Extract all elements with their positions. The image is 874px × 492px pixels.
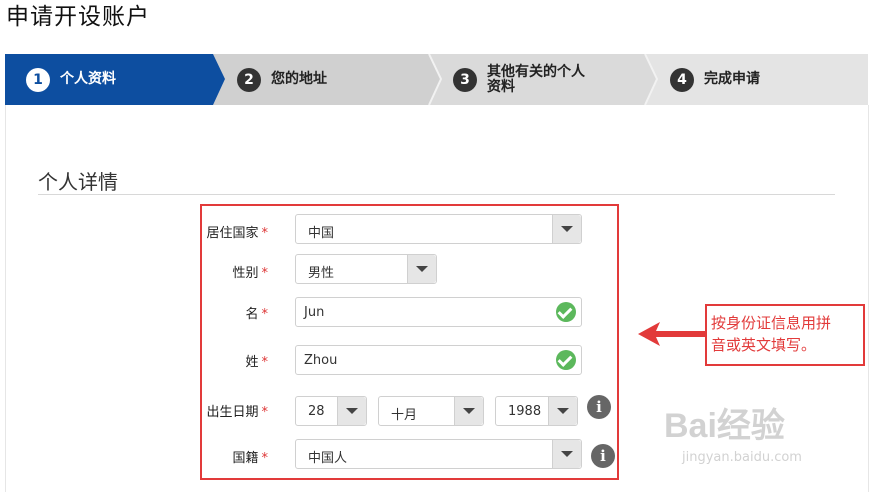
nationality-label-text: 国籍 bbox=[232, 451, 259, 466]
step-number: 4 bbox=[670, 67, 694, 92]
dob-label-text: 出生日期 bbox=[206, 405, 259, 420]
check-circle-icon bbox=[556, 302, 576, 322]
first-name-label: 名 * bbox=[188, 303, 268, 322]
dob-year-value: 1988 bbox=[508, 404, 542, 419]
step-number: 1 bbox=[26, 67, 50, 92]
nationality-label: 国籍 * bbox=[188, 447, 268, 466]
dob-label: 出生日期 * bbox=[188, 401, 268, 420]
step-other-personal-info[interactable]: 3 其他有关的个人 资料 bbox=[453, 54, 585, 105]
step-label-line1: 其他有关的个人 bbox=[487, 63, 585, 80]
nationality-select-value: 中国人 bbox=[308, 451, 348, 466]
gender-select[interactable]: 男性 bbox=[295, 254, 437, 284]
step-number: 2 bbox=[237, 67, 261, 92]
country-select[interactable]: 中国 bbox=[295, 214, 582, 244]
page-title: 申请开设账户 bbox=[6, 4, 150, 30]
step-label: 您的地址 bbox=[271, 71, 327, 87]
step-label: 其他有关的个人 资料 bbox=[487, 63, 585, 95]
step-number: 3 bbox=[453, 67, 477, 92]
required-marker: * bbox=[261, 307, 269, 322]
country-label-text: 居住国家 bbox=[206, 226, 259, 241]
annotation-line-2: 音或英文填写。 bbox=[711, 336, 817, 354]
required-marker: * bbox=[261, 405, 269, 420]
step-personal-details[interactable]: 1 个人资料 bbox=[26, 54, 116, 105]
progress-stepper: 1 个人资料 2 您的地址 3 其他有关的个人 资料 4 完成申请 bbox=[5, 54, 868, 105]
chevron-down-icon[interactable] bbox=[407, 255, 436, 283]
chevron-down-icon[interactable] bbox=[548, 397, 577, 425]
chevron-down-icon[interactable] bbox=[337, 397, 366, 425]
watermark: Bai经验 jingyan.baidu.com bbox=[664, 398, 802, 465]
last-name-label-text: 姓 bbox=[245, 355, 259, 370]
required-marker: * bbox=[261, 266, 269, 281]
first-name-label-text: 名 bbox=[245, 307, 259, 322]
step-address[interactable]: 2 您的地址 bbox=[237, 54, 327, 105]
last-name-value: Zhou bbox=[304, 353, 338, 368]
last-name-input[interactable]: Zhou bbox=[295, 345, 582, 375]
country-label: 居住国家 * bbox=[188, 222, 268, 241]
dob-month-select[interactable]: 十月 bbox=[378, 396, 484, 426]
gender-label: 性别 * bbox=[188, 262, 268, 281]
required-marker: * bbox=[261, 451, 269, 466]
country-select-value: 中国 bbox=[308, 226, 335, 241]
step-label-line2: 资料 bbox=[487, 78, 515, 95]
dob-day-value: 28 bbox=[308, 404, 325, 419]
chevron-down-icon[interactable] bbox=[552, 215, 581, 243]
watermark-logo: Bai经验 bbox=[664, 407, 785, 445]
nationality-select[interactable]: 中国人 bbox=[295, 439, 582, 469]
last-name-label: 姓 * bbox=[188, 351, 268, 370]
section-title: 个人详情 bbox=[38, 170, 118, 194]
annotation-line-1: 按身份证信息用拼 bbox=[711, 314, 832, 332]
check-circle-icon bbox=[556, 350, 576, 370]
chevron-down-icon[interactable] bbox=[552, 440, 581, 468]
gender-label-text: 性别 bbox=[232, 266, 259, 281]
info-icon[interactable]: i bbox=[587, 395, 611, 419]
annotation-arrow-icon bbox=[638, 322, 706, 346]
watermark-url: jingyan.baidu.com bbox=[682, 450, 802, 465]
dob-year-select[interactable]: 1988 bbox=[495, 396, 578, 426]
required-marker: * bbox=[261, 355, 269, 370]
required-marker: * bbox=[261, 226, 269, 241]
step-label: 完成申请 bbox=[704, 71, 760, 87]
section-divider bbox=[38, 194, 835, 195]
dob-month-value: 十月 bbox=[391, 408, 418, 423]
dob-day-select[interactable]: 28 bbox=[295, 396, 367, 426]
info-icon[interactable]: i bbox=[591, 444, 615, 468]
first-name-input[interactable]: Jun bbox=[295, 297, 582, 327]
chevron-down-icon[interactable] bbox=[454, 397, 483, 425]
annotation-callout: 按身份证信息用拼 音或英文填写。 bbox=[705, 304, 865, 366]
step-complete-application[interactable]: 4 完成申请 bbox=[670, 54, 760, 105]
first-name-value: Jun bbox=[304, 305, 325, 320]
gender-select-value: 男性 bbox=[308, 266, 335, 281]
step-label: 个人资料 bbox=[60, 71, 116, 87]
